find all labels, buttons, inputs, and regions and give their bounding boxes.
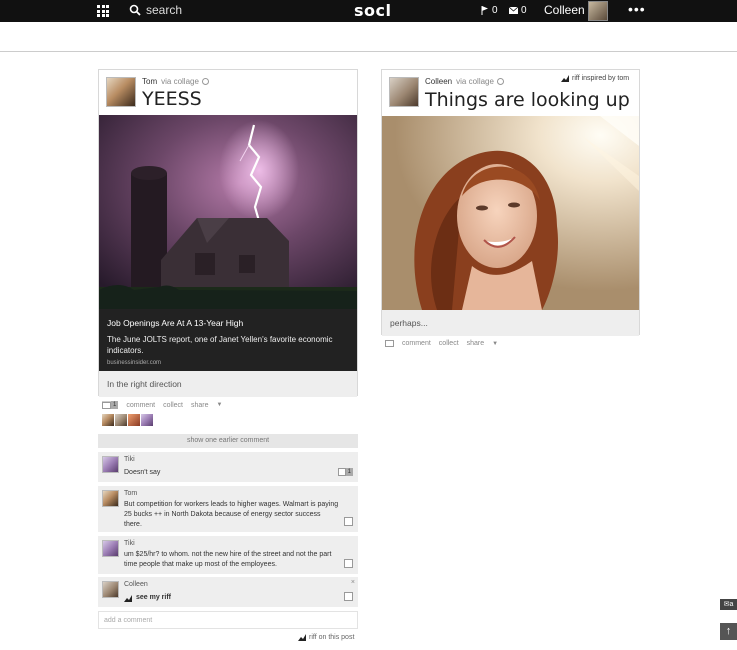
riff-link-text[interactable]: see my riff bbox=[136, 593, 171, 603]
comment-item: Tiki um $25/hr? to whom. not the new hir… bbox=[98, 536, 358, 574]
comment-button[interactable]: comment bbox=[126, 402, 155, 409]
commenter-avatar[interactable] bbox=[102, 456, 119, 473]
more-menu-button[interactable]: ••• bbox=[628, 1, 646, 17]
comment-count-badge[interactable]: 1 bbox=[102, 401, 119, 409]
reactor-avatar[interactable] bbox=[102, 414, 114, 426]
article-description: The June JOLTS report, one of Janet Yell… bbox=[107, 335, 333, 355]
article-headline[interactable]: Job Openings Are At A 13-Year High bbox=[107, 318, 349, 328]
comment-icon[interactable] bbox=[385, 340, 394, 347]
reply-icon[interactable] bbox=[344, 592, 353, 601]
article-source[interactable]: businessinsider.com bbox=[107, 360, 349, 366]
feedback-button[interactable]: ✉a bbox=[720, 599, 737, 610]
chevron-down-icon[interactable]: ▼ bbox=[217, 402, 223, 408]
chevron-down-icon[interactable]: ▼ bbox=[492, 341, 498, 347]
share-button[interactable]: share bbox=[191, 402, 209, 409]
flag-icon bbox=[481, 6, 488, 15]
post-actions: comment collect share ▼ bbox=[385, 340, 498, 347]
notifications-button[interactable]: 0 bbox=[481, 5, 498, 16]
commenter-avatar[interactable] bbox=[102, 490, 119, 507]
post-meta: Colleen via collage bbox=[425, 77, 504, 86]
woman-smiling-image[interactable] bbox=[382, 116, 639, 310]
globe-icon bbox=[201, 78, 209, 86]
post-title: Things are looking up bbox=[425, 89, 630, 111]
riff-icon bbox=[561, 75, 569, 82]
post-card: Colleen via collage Things are looking up bbox=[381, 69, 640, 336]
globe-icon bbox=[496, 78, 504, 86]
riff-on-post-label[interactable]: riff on this post bbox=[309, 634, 354, 641]
reactor-avatar[interactable] bbox=[128, 414, 140, 426]
via-collage[interactable]: via collage bbox=[456, 77, 494, 86]
post-caption: In the right direction bbox=[99, 371, 357, 397]
author-avatar[interactable] bbox=[389, 77, 419, 107]
comment-item: Tiki Doesn't say 1 bbox=[98, 452, 358, 482]
top-navigation-bar: search socl 0 0 Colleen ••• bbox=[0, 0, 737, 22]
collect-button[interactable]: collect bbox=[163, 402, 183, 409]
commenter-name[interactable]: Tom bbox=[124, 490, 137, 497]
reactor-avatar[interactable] bbox=[115, 414, 127, 426]
riff-inspired-note[interactable]: riff inspired by tom bbox=[561, 75, 629, 82]
search-icon bbox=[129, 4, 141, 16]
riff-inspired-label[interactable]: riff inspired by tom bbox=[572, 75, 629, 82]
riff-on-post-button[interactable]: riff on this post bbox=[298, 634, 354, 641]
share-button[interactable]: share bbox=[467, 340, 485, 347]
commenter-name[interactable]: Tiki bbox=[124, 540, 135, 547]
mail-count: 0 bbox=[521, 5, 527, 16]
reactor-avatars bbox=[102, 414, 153, 426]
commenter-name[interactable]: Tiki bbox=[124, 456, 135, 463]
messages-button[interactable]: 0 bbox=[509, 5, 527, 16]
post-meta: Tom via collage bbox=[142, 77, 209, 86]
scroll-to-top-button[interactable]: ↑ bbox=[720, 623, 737, 640]
mail-icon bbox=[509, 7, 518, 14]
user-name[interactable]: Colleen bbox=[544, 3, 585, 17]
author-avatar[interactable] bbox=[106, 77, 136, 107]
link-preview[interactable]: Job Openings Are At A 13-Year High The J… bbox=[99, 309, 357, 371]
barn-lightning-image[interactable] bbox=[99, 115, 357, 309]
collect-button[interactable]: collect bbox=[439, 340, 459, 347]
comment-item: Tom But competition for workers leads to… bbox=[98, 486, 358, 532]
riff-icon bbox=[298, 634, 306, 641]
add-comment-input[interactable]: add a comment bbox=[98, 611, 358, 629]
commenter-avatar[interactable] bbox=[102, 540, 119, 557]
user-avatar[interactable] bbox=[588, 1, 608, 21]
reactor-avatar[interactable] bbox=[141, 414, 153, 426]
author-name[interactable]: Colleen bbox=[425, 77, 452, 86]
post-card: Tom via collage YEESS Job Openings Are A… bbox=[98, 69, 358, 397]
reply-icon bbox=[337, 468, 346, 476]
apps-grid-icon[interactable] bbox=[97, 5, 109, 17]
reply-count-badge[interactable]: 1 bbox=[337, 468, 353, 476]
commenter-name[interactable]: Colleen bbox=[124, 581, 148, 588]
comment-text: Doesn't say bbox=[124, 469, 161, 476]
search-box[interactable]: search bbox=[129, 3, 182, 17]
comment-text: um $25/hr? to whom. not the new hire of … bbox=[124, 551, 332, 568]
post-actions: 1 comment collect share ▼ bbox=[102, 401, 222, 409]
riff-link[interactable]: see my riff bbox=[124, 593, 339, 603]
comment-icon bbox=[102, 401, 111, 409]
socl-logo[interactable]: socl bbox=[354, 1, 391, 20]
post-header: Tom via collage YEESS bbox=[99, 70, 357, 116]
reply-icon[interactable] bbox=[344, 559, 353, 568]
reply-icon[interactable] bbox=[344, 517, 353, 526]
comment-button[interactable]: comment bbox=[402, 340, 431, 347]
comment-text: But competition for workers leads to hig… bbox=[124, 501, 339, 528]
commenter-avatar[interactable] bbox=[102, 581, 119, 598]
flag-count: 0 bbox=[492, 5, 498, 16]
post-caption: perhaps... bbox=[382, 310, 639, 336]
show-earlier-comments[interactable]: show one earlier comment bbox=[98, 434, 358, 448]
author-name[interactable]: Tom bbox=[142, 77, 157, 86]
post-title: YEESS bbox=[142, 88, 202, 110]
reply-count: 1 bbox=[345, 468, 353, 476]
sub-header-bar bbox=[0, 22, 737, 52]
comment-count: 1 bbox=[111, 401, 119, 409]
riff-icon bbox=[124, 594, 132, 602]
close-icon[interactable]: × bbox=[351, 579, 355, 586]
search-label: search bbox=[146, 3, 183, 17]
via-collage[interactable]: via collage bbox=[161, 77, 199, 86]
comment-item: Colleen see my riff × bbox=[98, 577, 358, 607]
